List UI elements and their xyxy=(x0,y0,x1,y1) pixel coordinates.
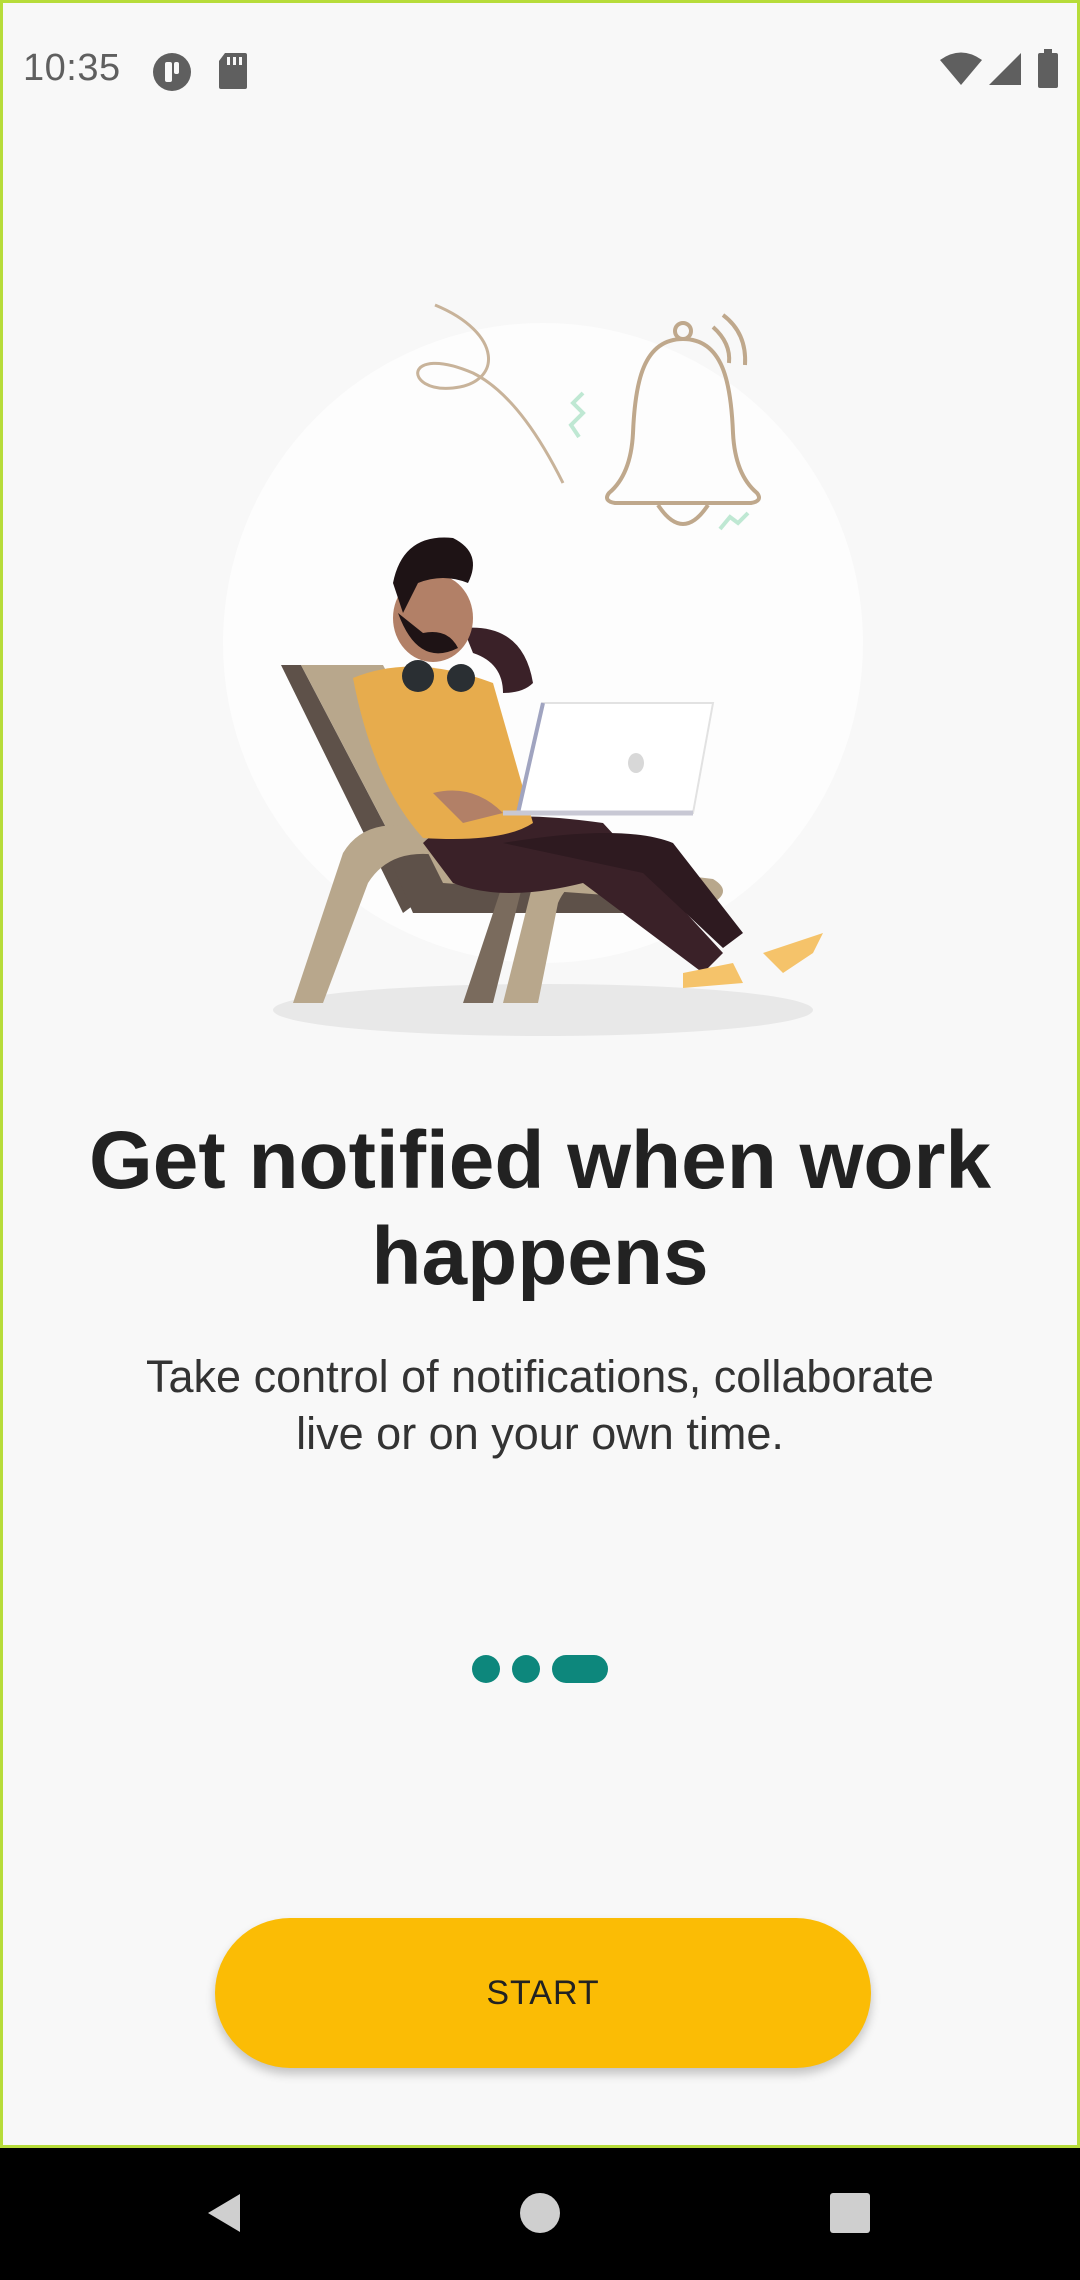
onboarding-title: Get notified when work happens xyxy=(88,1115,992,1302)
onboarding-screen: 10:35 Get notified when work happens Tak… xyxy=(0,0,1080,2148)
sd-card-icon xyxy=(217,51,249,96)
onboarding-subtitle: Take control of notifications, collabora… xyxy=(146,1351,934,1459)
status-bar: 10:35 xyxy=(3,3,1077,133)
page-dot-3-active[interactable] xyxy=(552,1655,608,1683)
onboarding-illustration xyxy=(203,283,883,1053)
status-time: 10:35 xyxy=(23,47,121,89)
cellular-signal-icon xyxy=(987,51,1023,92)
page-dot-2[interactable] xyxy=(512,1655,540,1683)
alert-circle-icon xyxy=(151,51,193,98)
recents-icon[interactable] xyxy=(815,2178,885,2248)
back-icon[interactable] xyxy=(190,2178,260,2248)
page-dot-1[interactable] xyxy=(472,1655,500,1683)
battery-icon xyxy=(1037,49,1059,94)
wifi-icon xyxy=(939,51,983,92)
start-button[interactable]: START xyxy=(215,1918,871,2068)
navigation-bar xyxy=(0,2148,1080,2280)
page-indicator xyxy=(3,1655,1077,1683)
home-icon[interactable] xyxy=(505,2178,575,2248)
